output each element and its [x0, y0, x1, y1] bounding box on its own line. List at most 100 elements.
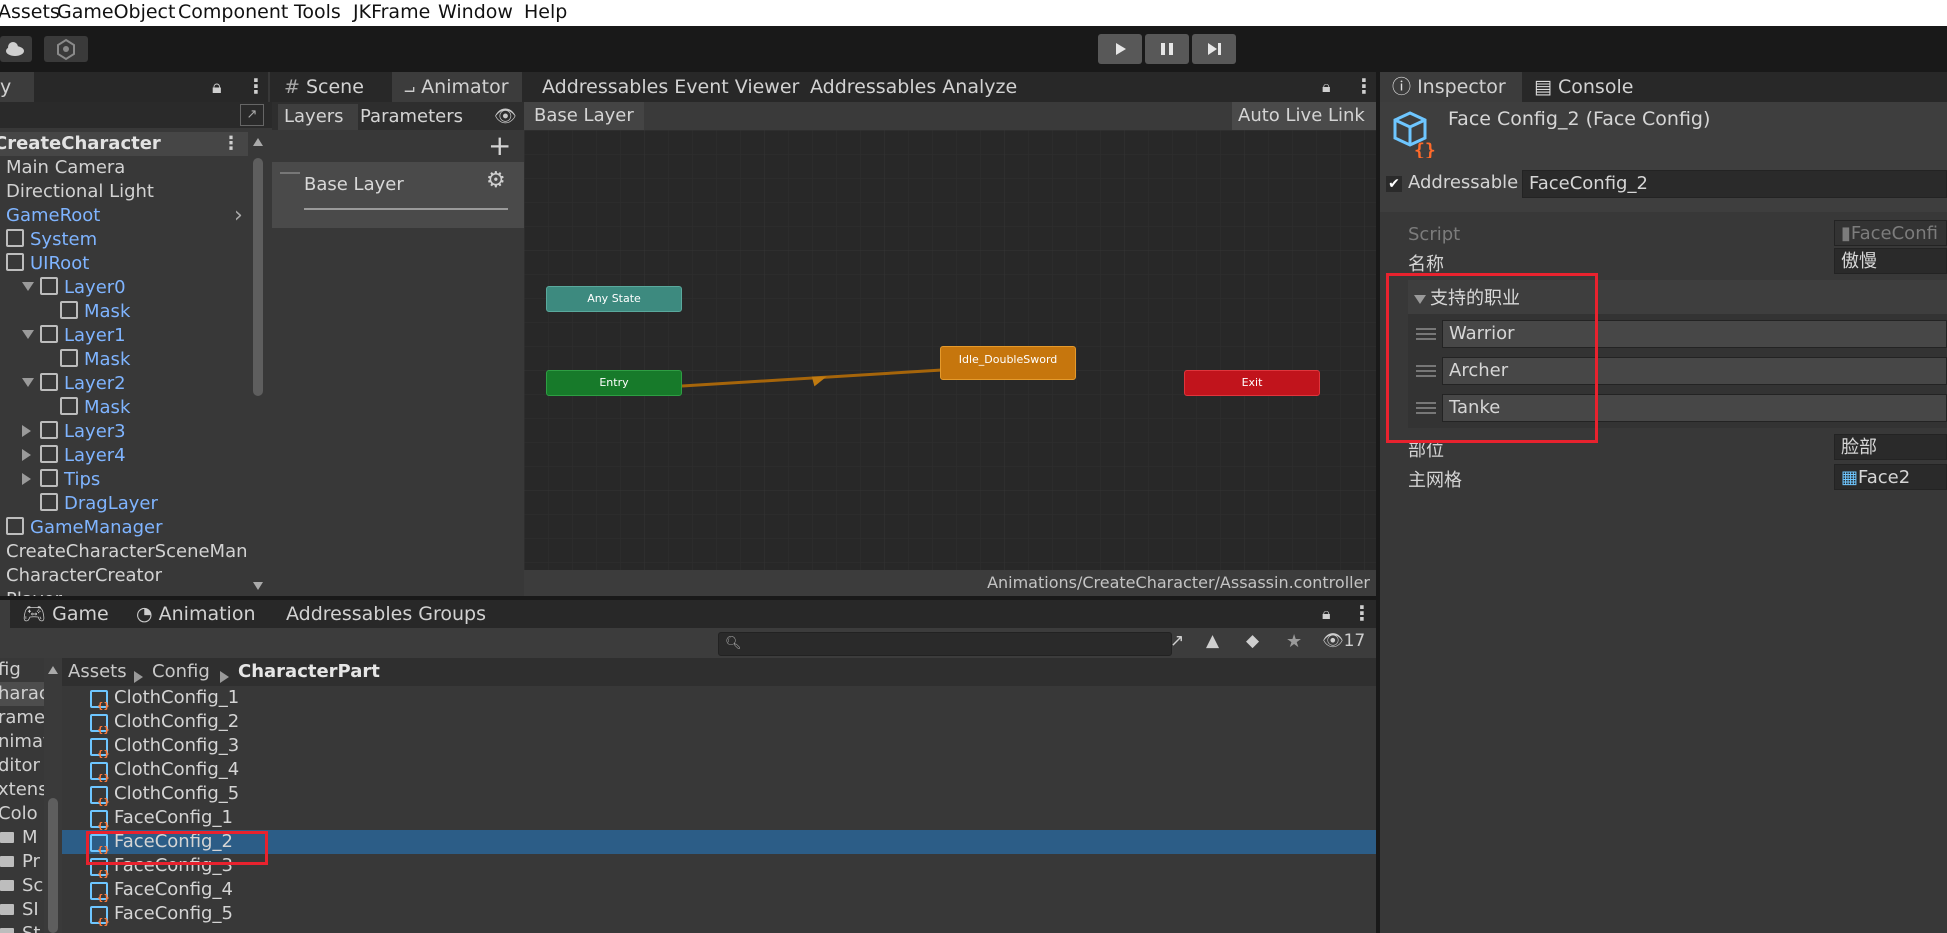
tab-layers[interactable]: Layers	[284, 104, 344, 130]
menu-component[interactable]: Component	[178, 0, 288, 24]
tab-hierarchy[interactable]: y	[0, 72, 11, 102]
hierarchy-item[interactable]: Layer2	[0, 372, 248, 396]
expand-down-icon[interactable]	[22, 276, 34, 300]
part-dropdown[interactable]: 脸部	[1834, 434, 1947, 460]
mesh-field[interactable]: ▦Face2	[1834, 464, 1947, 490]
chevron-right-icon[interactable]: ›	[234, 204, 243, 228]
layer-item-base[interactable]: Base Layer ⚙	[272, 162, 524, 228]
menu-gameobject[interactable]: GameObject	[57, 0, 175, 24]
breadcrumb-config[interactable]: Config	[152, 658, 210, 686]
tab-addressables-event-viewer[interactable]: Addressables Event Viewer	[542, 72, 799, 102]
folder-scrollbar[interactable]	[44, 658, 62, 933]
asset-item[interactable]: ClothConfig_2	[62, 710, 1376, 743]
hierarchy-item[interactable]: CreateCharacterSceneMan	[0, 540, 248, 564]
tab-addressables-groups[interactable]: Addressables Groups	[286, 600, 486, 628]
animator-graph[interactable]: Base Layer Auto Live Link Any State Entr…	[524, 102, 1376, 596]
tab-inspector[interactable]: ⓘ Inspector	[1392, 72, 1506, 102]
hierarchy-item[interactable]: Tips	[0, 468, 248, 492]
search-by-type-icon[interactable]: ↗	[1170, 631, 1184, 651]
hierarchy-item[interactable]: CharacterCreator	[0, 564, 248, 588]
favorite-star-icon[interactable]: ★	[1286, 631, 1302, 652]
collab-button[interactable]	[44, 36, 88, 62]
eye-icon[interactable]: 👁︎	[494, 106, 517, 127]
expand-down-icon[interactable]	[22, 324, 34, 348]
hierarchy-item[interactable]: Directional Light	[0, 180, 248, 204]
hierarchy-item[interactable]: DragLayer	[0, 492, 248, 516]
hierarchy-item[interactable]: GameManager	[0, 516, 248, 540]
step-button[interactable]	[1192, 34, 1236, 64]
hierarchy-item[interactable]: Layer1	[0, 324, 248, 348]
search-options-icon[interactable]: ↗	[240, 104, 264, 126]
scroll-thumb[interactable]	[253, 158, 263, 396]
asset-item[interactable]: ClothConfig_1	[62, 686, 1376, 719]
menu-jkframe[interactable]: JKFrame	[353, 0, 430, 24]
scene-header[interactable]: CreateCharacter ⋮	[0, 132, 248, 156]
scroll-down-icon[interactable]	[253, 582, 263, 590]
asset-item[interactable]: ClothConfig_5	[62, 782, 1376, 815]
hierarchy-scrollbar[interactable]	[250, 132, 266, 594]
hidden-packages-toggle[interactable]: 👁︎17	[1322, 631, 1365, 651]
tab-parameters[interactable]: Parameters	[360, 104, 463, 130]
scroll-thumb[interactable]	[48, 798, 58, 933]
folder-item[interactable]: St	[0, 922, 44, 933]
more-icon[interactable]: ⋮	[246, 74, 266, 98]
menu-tools[interactable]: Tools	[294, 0, 341, 24]
hierarchy-item[interactable]: Layer4	[0, 444, 248, 468]
gear-icon[interactable]: ⚙	[486, 168, 506, 193]
addressable-checkbox[interactable]: ✔	[1386, 176, 1402, 192]
auto-live-link-button[interactable]: Auto Live Link	[1232, 102, 1376, 130]
pause-button[interactable]	[1145, 34, 1189, 64]
name-input[interactable]: 傲慢	[1834, 248, 1947, 274]
folder-item[interactable]: ditor	[0, 754, 44, 778]
more-icon[interactable]: ⋮	[1352, 601, 1372, 625]
more-icon[interactable]: ⋮	[1354, 74, 1374, 98]
state-any-state[interactable]: Any State	[546, 286, 682, 312]
tab-scene[interactable]: # Scene	[284, 72, 364, 102]
cloud-button[interactable]	[0, 36, 32, 62]
label-icon[interactable]: ◆	[1246, 631, 1259, 651]
expand-right-icon[interactable]	[22, 468, 31, 492]
lock-icon[interactable]: 🔒︎	[1322, 77, 1331, 97]
menu-assets[interactable]: Assets	[0, 0, 60, 24]
folder-item[interactable]: Colo	[0, 802, 44, 826]
hierarchy-search[interactable]: ↗	[0, 102, 272, 128]
expand-right-icon[interactable]	[22, 420, 31, 444]
tab-animator[interactable]: ⨼ Animator	[404, 72, 509, 102]
scene-menu-icon[interactable]: ⋮	[222, 132, 240, 156]
breadcrumb-assets[interactable]: Assets	[68, 658, 127, 686]
breadcrumb-characterpart[interactable]: CharacterPart	[238, 658, 380, 686]
filter-type-icon[interactable]: ▲	[1206, 631, 1219, 651]
asset-item[interactable]: FaceConfig_5	[62, 902, 1376, 933]
folder-item[interactable]: SI	[0, 898, 44, 922]
expand-down-icon[interactable]	[22, 372, 34, 396]
folder-item[interactable]: harac	[0, 682, 44, 706]
add-layer-icon[interactable]: +	[488, 130, 511, 162]
menu-help[interactable]: Help	[524, 0, 567, 24]
folder-item[interactable]: M	[0, 826, 44, 850]
folder-item[interactable]: nimat	[0, 730, 44, 754]
hierarchy-item[interactable]: Layer3	[0, 420, 248, 444]
tab-game[interactable]: 🎮︎ Game	[22, 600, 109, 628]
hierarchy-item[interactable]: Main Camera	[0, 156, 248, 180]
folder-item[interactable]: fig	[0, 658, 44, 682]
hierarchy-item[interactable]: Mask	[0, 348, 248, 372]
hierarchy-item[interactable]: UIRoot	[0, 252, 248, 276]
hierarchy-item[interactable]: Mask	[0, 396, 248, 420]
asset-item[interactable]: FaceConfig_4	[62, 878, 1376, 911]
state-entry[interactable]: Entry	[546, 370, 682, 396]
folder-item[interactable]: Sc	[0, 874, 44, 898]
tab-animation[interactable]: ◔ Animation	[136, 600, 256, 628]
hierarchy-item[interactable]: Layer0	[0, 276, 248, 300]
hierarchy-item[interactable]: System	[0, 228, 248, 252]
folder-item[interactable]: Pr	[0, 850, 44, 874]
graph-breadcrumb[interactable]: Base Layer	[534, 102, 634, 130]
scroll-up-icon[interactable]	[253, 138, 263, 146]
hierarchy-item[interactable]: Mask	[0, 300, 248, 324]
play-button[interactable]	[1098, 34, 1142, 64]
folder-item[interactable]: rame	[0, 706, 44, 730]
tab-console[interactable]: ▤ Console	[1534, 72, 1633, 102]
tab-addressables-analyze[interactable]: Addressables Analyze	[810, 72, 1017, 102]
hierarchy-item[interactable]: GameRoot ›	[0, 204, 248, 228]
asset-item[interactable]: FaceConfig_1	[62, 806, 1376, 839]
asset-item[interactable]: ClothConfig_3	[62, 734, 1376, 767]
